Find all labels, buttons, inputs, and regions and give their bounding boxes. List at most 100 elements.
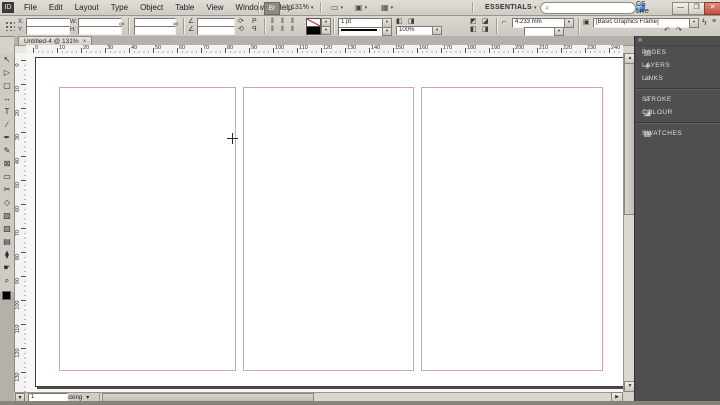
gradient-feather-tool[interactable]: ▨ [0,222,14,235]
document-page[interactable] [35,57,623,387]
panel-menu-icon[interactable]: ≡ [712,18,716,26]
menu-file[interactable]: File [18,0,43,15]
align-middle-icon[interactable]: ‖ [281,26,284,34]
line-tool[interactable]: ∕ [0,118,14,131]
menu-type[interactable]: Type [105,0,134,15]
align-bottom-icon[interactable]: ‖ [291,26,294,34]
ruler-number: 0 [15,63,21,67]
shear-angle-field[interactable] [197,26,235,35]
type-tool[interactable]: T [0,105,14,118]
menu-layout[interactable]: Layout [69,0,105,15]
align-top-icon[interactable]: ‖ [271,26,274,34]
cs-live-button[interactable]: CS Live [636,1,649,15]
panel-button-pages[interactable]: ▤ PAGES [635,46,720,59]
view-options-dropdown[interactable]: ▭ ▾ [328,2,346,13]
menu-table[interactable]: Table [169,0,200,15]
selection-tool[interactable]: ↖ [0,53,14,66]
panel-button-colour[interactable]: ◪ COLOUR [635,106,720,119]
preflight-menu-icon[interactable]: ▾ [86,394,89,401]
arrange-documents-dropdown[interactable]: ▦ ▾ [378,2,396,13]
panel-button-links[interactable]: ∞ LINKS [635,72,720,85]
height-field[interactable] [78,26,122,35]
quick-apply-icon[interactable]: ϟ [702,18,707,27]
transparency-icon[interactable]: ◧ [396,18,403,26]
page-tool[interactable]: ▢ [0,79,14,92]
collapse-dock-button[interactable]: « [635,36,720,46]
corner-shape-dropdown[interactable] [524,27,558,36]
ruler-number: 200 [515,45,525,51]
corner-radius-dropdown[interactable]: ▾ [564,18,574,28]
eyedropper-tool[interactable]: ⧫ [0,248,14,261]
pen-tool[interactable]: ✒ [0,131,14,144]
free-transform-tool[interactable]: ◇ [0,196,14,209]
object-style-arrow[interactable]: ▾ [689,18,699,28]
stroke-color-swatch[interactable] [306,26,321,35]
blend-mode-icon[interactable]: ◨ [408,18,415,26]
menu-view[interactable]: View [200,0,229,15]
divider [578,18,580,34]
divider [183,18,185,34]
scale-y-field[interactable] [134,26,176,35]
dock-divider [635,88,720,90]
effects-icon[interactable]: ◩ [470,18,477,26]
note-tool[interactable]: ▤ [0,235,14,248]
ruler-number: 20 [83,45,90,51]
scissors-tool[interactable]: ✂ [0,183,14,196]
ruler-number: 100 [275,45,285,51]
gap-tool[interactable]: ↔ [0,92,14,105]
menu-edit[interactable]: Edit [43,0,69,15]
hand-tool[interactable]: ☛ [0,261,14,274]
rotate-ccw-icon[interactable]: ⟲ [238,26,244,34]
stroke-type-dropdown[interactable] [338,27,386,36]
search-input[interactable]: ⌕ [540,2,636,14]
ruler-number: 40 [15,157,21,165]
stroke-dropdown[interactable]: ▾ [321,26,331,35]
reference-point-proxy[interactable] [4,20,15,31]
corner-shape-arrow[interactable]: ▾ [554,27,564,36]
toolbox-fill-swatch[interactable] [2,291,11,300]
panel-button-swatches[interactable]: ▦ SWATCHES [635,127,720,140]
zoom-level-dropdown[interactable]: 131% ▾ [288,2,316,13]
constrain-scale-icon[interactable]: ∞ [173,21,178,29]
align-right-icon[interactable]: ‖ [291,18,294,26]
ruler-number: 170 [443,45,453,51]
zoom-tool[interactable]: ⌕ [0,274,14,287]
bridge-icon[interactable]: Br [264,2,280,15]
divider [333,18,335,34]
ruler-number: 90 [251,45,258,51]
screen-mode-dropdown[interactable]: ▣ ▾ [352,2,370,13]
constrain-proportions-icon[interactable]: ∞ [119,21,124,29]
restore-button[interactable]: ❐ [688,2,705,15]
rectangle-frame-tool[interactable]: ⊠ [0,157,14,170]
align-center-icon[interactable]: ‖ [281,18,284,26]
ruler-number: 10 [15,85,21,93]
direct-selection-tool[interactable]: ▷ [0,66,14,79]
workspace-switcher[interactable]: ESSENTIALS ▾ [482,2,540,13]
rectangle-tool[interactable]: ▭ [0,170,14,183]
drop-shadow-icon[interactable]: ◪ [482,18,489,26]
margin-guide-column-1 [59,87,236,371]
stroke-type-arrow[interactable]: ▾ [382,27,392,36]
wrap-options-icon[interactable]: ◨ [482,26,489,34]
y-position-field[interactable] [26,26,70,35]
pencil-tool[interactable]: ✎ [0,144,14,157]
redo-icon[interactable]: ↷ [676,27,682,35]
menu-object[interactable]: Object [134,0,169,15]
undo-icon[interactable]: ↶ [664,27,670,35]
panel-button-stroke[interactable]: ≡ STROKE [635,93,720,106]
flip-horizontal-icon[interactable]: P [252,18,257,26]
ruler-number: 150 [395,45,405,51]
ruler-number: 50 [15,181,21,189]
panel-button-layers[interactable]: ◈ LAYERS [635,59,720,72]
rotate-cw-icon[interactable]: ⟳ [238,18,244,26]
flip-vertical-icon[interactable]: P [252,26,257,34]
minimize-button[interactable]: — [672,2,689,15]
gradient-swatch-tool[interactable]: ▧ [0,209,14,222]
document-canvas[interactable] [26,53,623,392]
opacity-field[interactable]: 100% [396,26,436,35]
close-tab-icon[interactable]: × [83,38,87,45]
align-left-icon[interactable]: ‖ [271,18,274,26]
opacity-dropdown[interactable]: ▾ [432,26,442,35]
text-wrap-icon[interactable]: ◧ [470,26,477,34]
close-button[interactable]: ✕ [704,2,720,15]
